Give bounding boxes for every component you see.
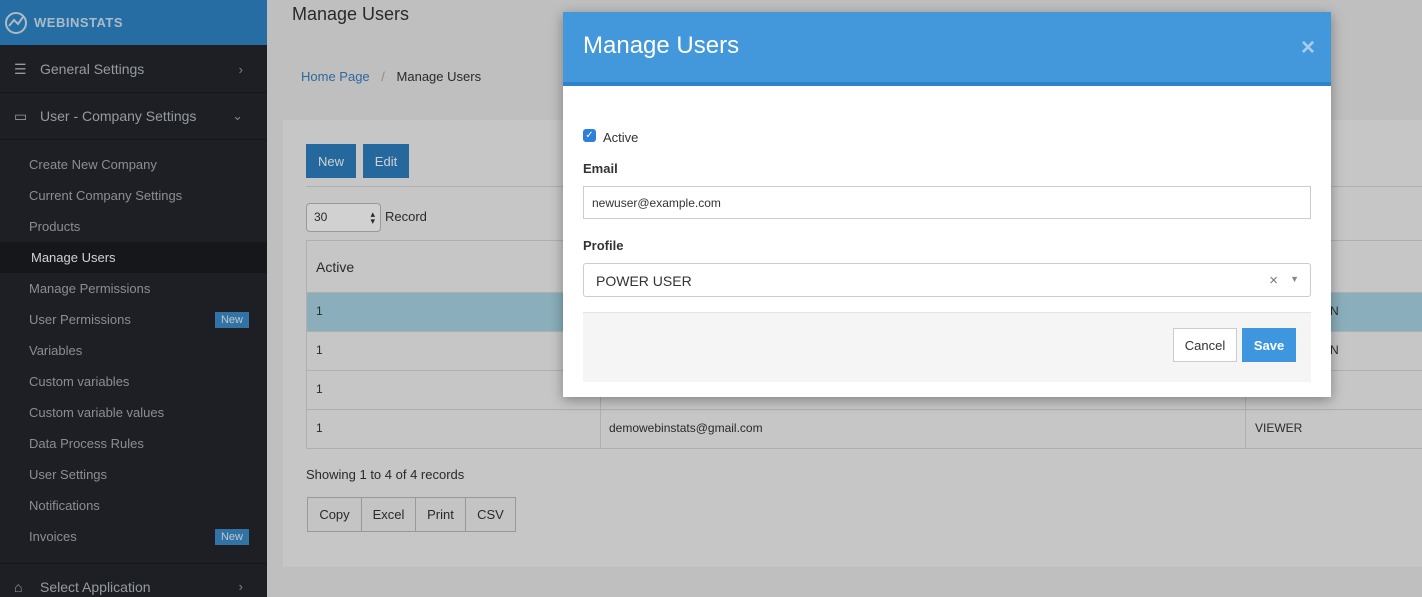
manage-users-modal: Manage Users × ✓ Active Email newuser@ex… [563,12,1331,397]
modal-title: Manage Users [583,32,740,59]
clear-icon[interactable]: × [1269,272,1278,289]
close-icon[interactable]: × [1301,34,1315,62]
chevron-down-icon[interactable]: ▼ [1290,274,1299,284]
email-label: Email [583,161,618,176]
active-label: Active [603,130,639,145]
active-checkbox[interactable]: ✓ [583,129,596,142]
profile-label: Profile [583,238,624,253]
email-field[interactable]: newuser@example.com [583,186,1311,219]
save-button[interactable]: Save [1242,328,1296,362]
modal-header: Manage Users × [563,12,1331,86]
profile-value: POWER USER [596,273,692,289]
cancel-button[interactable]: Cancel [1173,328,1237,362]
profile-select[interactable]: POWER USER × ▼ [583,263,1311,297]
email-value: newuser@example.com [592,196,721,210]
